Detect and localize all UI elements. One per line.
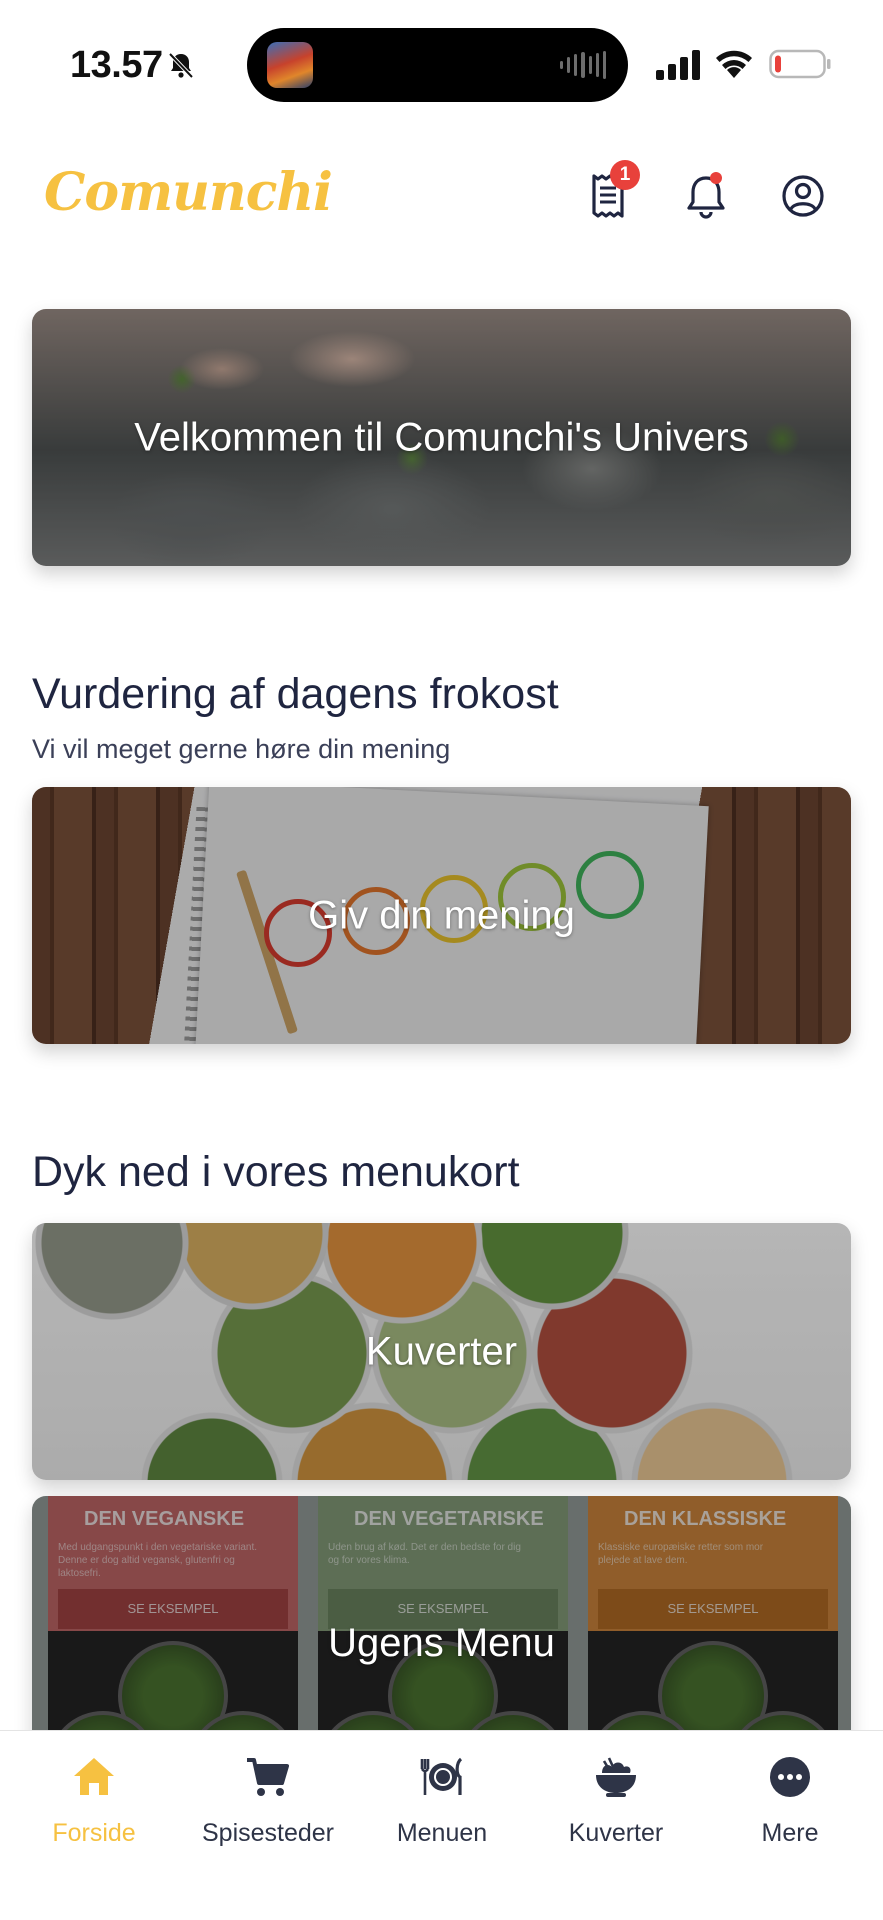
kuverter-card-label: Kuverter	[365, 1329, 518, 1373]
home-icon	[70, 1753, 118, 1801]
nav-item-mere[interactable]: Mere	[702, 1731, 878, 1871]
bottom-nav: Forside Spisesteder Menuen Kuverter Mere	[0, 1730, 883, 1920]
status-time: 13.57	[70, 44, 163, 86]
menu-section-title: Dyk ned i vores menukort	[32, 1148, 520, 1196]
welcome-card-label: Velkommen til Comunchi's Univers	[134, 415, 749, 459]
notification-dot	[710, 172, 722, 184]
audio-wave-icon	[560, 50, 606, 80]
rating-section-title: Vurdering af dagens frokost	[32, 670, 559, 718]
rating-card[interactable]: Giv din mening	[32, 787, 851, 1044]
bell-slash-icon	[168, 52, 194, 79]
receipt-badge: 1	[610, 160, 640, 190]
bell-icon[interactable]	[680, 170, 732, 222]
live-activity-app-icon	[267, 42, 313, 88]
kuverter-card[interactable]: Kuverter	[32, 1223, 851, 1480]
nav-item-kuverter[interactable]: Kuverter	[528, 1731, 704, 1871]
weekly-menu-card-label: Ugens Menu	[328, 1621, 555, 1665]
nav-item-menuen[interactable]: Menuen	[354, 1731, 530, 1871]
signal-icon	[656, 50, 700, 80]
status-bar: 13.57	[0, 0, 883, 130]
welcome-card[interactable]: Velkommen til Comunchi's Univers	[32, 309, 851, 566]
nav-item-forside[interactable]: Forside	[6, 1731, 182, 1871]
cart-icon	[244, 1753, 292, 1801]
rating-card-label: Giv din mening	[308, 893, 575, 937]
rating-section-subtitle: Vi vil meget gerne høre din mening	[32, 734, 451, 764]
battery-low-icon	[769, 49, 831, 79]
bowl-icon	[592, 1753, 640, 1801]
plate-cutlery-icon	[418, 1753, 466, 1801]
app-logo[interactable]: Comunchi	[44, 162, 333, 223]
more-icon	[766, 1753, 814, 1801]
dynamic-island[interactable]	[247, 28, 628, 102]
nav-item-spisesteder[interactable]: Spisesteder	[180, 1731, 356, 1871]
weekly-menu-card[interactable]: DEN VEGANSKE Med udgangspunkt i den vege…	[32, 1496, 851, 1753]
wifi-icon	[716, 50, 752, 78]
account-icon[interactable]	[777, 170, 829, 222]
